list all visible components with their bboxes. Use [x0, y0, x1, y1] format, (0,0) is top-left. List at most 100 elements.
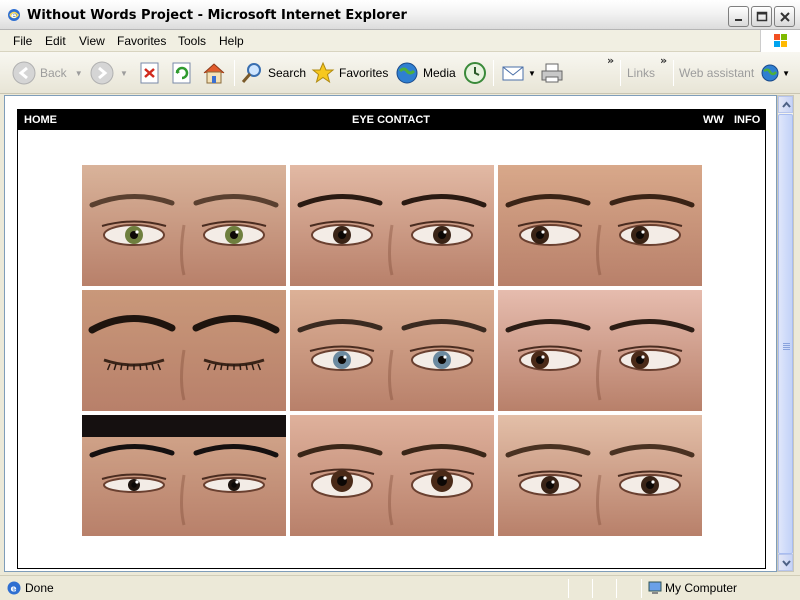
toolbar-separator: [620, 60, 621, 86]
nav-page-title: EYE CONTACT: [352, 114, 431, 126]
media-button[interactable]: Media: [395, 59, 456, 87]
search-button[interactable]: Search: [240, 59, 306, 87]
printer-icon: [541, 63, 563, 83]
page-done-icon: e: [7, 581, 21, 595]
eyes-photo-1[interactable]: [82, 165, 286, 286]
back-button[interactable]: Back ▼: [12, 59, 83, 87]
status-divider: [592, 579, 593, 598]
mail-button[interactable]: ▼: [501, 59, 536, 87]
maximize-button[interactable]: [751, 6, 772, 27]
eyes-photo-6[interactable]: [498, 290, 702, 411]
refresh-button[interactable]: [171, 59, 193, 87]
eyes-photo-7[interactable]: [82, 415, 286, 536]
mail-icon: [502, 66, 524, 81]
grip-line: [783, 349, 790, 350]
stop-button[interactable]: [139, 59, 161, 87]
eye: [201, 473, 267, 493]
minimize-button[interactable]: [728, 6, 749, 27]
ie-icon: e: [8, 9, 20, 21]
links-label: Links: [627, 66, 656, 80]
minimize-icon: [735, 19, 742, 21]
home-icon: [203, 63, 225, 84]
history-button[interactable]: [462, 59, 488, 87]
close-icon: [780, 12, 790, 22]
links-overflow-icon[interactable]: »: [660, 54, 667, 67]
vertical-scrollbar[interactable]: [777, 95, 794, 572]
refresh-icon: [172, 62, 191, 84]
media-label: Media: [423, 66, 456, 80]
eyes-photo-9[interactable]: [498, 415, 702, 536]
menu-view[interactable]: View: [79, 34, 105, 48]
history-icon: [464, 62, 486, 84]
scroll-thumb[interactable]: [778, 114, 793, 554]
windows-flag-icon: [774, 34, 787, 47]
toolbar: Back ▼ ▼ Search Favorites Media ▼ » Link…: [0, 52, 800, 94]
status-divider: [616, 579, 617, 598]
menu-favorites[interactable]: Favorites: [117, 34, 166, 48]
eyes-photo-8[interactable]: [290, 415, 494, 536]
status-divider: [641, 579, 642, 598]
computer-icon: [648, 581, 662, 594]
windows-logo: [760, 30, 800, 52]
site-nav: HOME EYE CONTACT WW INFO: [18, 110, 765, 130]
globe-icon: [761, 64, 779, 82]
scroll-down-arrow-icon: [782, 560, 791, 567]
page-viewport: HOME EYE CONTACT WW INFO: [4, 95, 777, 572]
grip-line: [783, 345, 790, 346]
web-assistant-label: Web assistant: [679, 66, 755, 80]
scroll-down-button[interactable]: [778, 554, 793, 571]
stop-icon: [140, 62, 159, 84]
print-button[interactable]: [540, 59, 564, 87]
status-text: Done: [25, 581, 54, 595]
grip-line: [783, 347, 790, 348]
eyes-photo-3[interactable]: [498, 165, 702, 286]
favorites-button[interactable]: Favorites: [311, 59, 388, 87]
forward-arrow-icon: [90, 61, 114, 85]
hair: [82, 415, 286, 437]
menu-edit[interactable]: Edit: [45, 34, 66, 48]
back-arrow-icon: [12, 61, 36, 85]
favorites-label: Favorites: [339, 66, 389, 80]
menu-file[interactable]: File: [13, 34, 32, 48]
grip-line: [783, 343, 790, 344]
nav-info-link[interactable]: INFO: [734, 114, 760, 126]
scroll-up-arrow-icon: [782, 101, 791, 108]
eye: [101, 473, 167, 493]
nav-ww-link[interactable]: WW: [703, 114, 724, 126]
site-frame: HOME EYE CONTACT WW INFO: [17, 109, 766, 569]
home-button[interactable]: [201, 59, 227, 87]
back-dropdown-icon[interactable]: ▼: [75, 69, 83, 78]
eyes-photo-2[interactable]: [290, 165, 494, 286]
forward-dropdown-icon[interactable]: ▼: [120, 69, 128, 78]
svg-text:e: e: [11, 11, 17, 20]
menu-bar: File Edit View Favorites Tools Help: [0, 30, 800, 52]
mail-dropdown-icon[interactable]: ▼: [528, 69, 536, 78]
forward-button[interactable]: ▼: [90, 59, 128, 87]
assistant-dropdown-icon[interactable]: ▼: [782, 69, 790, 78]
status-divider: [568, 579, 569, 598]
toolbar-separator: [673, 60, 674, 86]
toolbar-separator: [234, 60, 235, 86]
star-icon: [311, 61, 335, 84]
toolbar-overflow-icon[interactable]: »: [607, 54, 614, 67]
eyes-photo-5[interactable]: [290, 290, 494, 411]
menu-help[interactable]: Help: [219, 34, 244, 48]
maximize-icon: [756, 11, 768, 22]
media-icon: [396, 62, 418, 84]
title-bar: e Without Words Project - Microsoft Inte…: [0, 0, 800, 30]
links-button[interactable]: Links: [627, 59, 655, 87]
security-zone: My Computer: [665, 581, 738, 595]
search-icon: [241, 63, 261, 83]
svg-text:e: e: [11, 585, 17, 595]
menu-tools[interactable]: Tools: [178, 34, 206, 48]
close-button[interactable]: [774, 6, 795, 27]
toolbar-separator: [493, 60, 494, 86]
window-title: Without Words Project - Microsoft Intern…: [27, 8, 407, 23]
web-assistant-button[interactable]: Web assistant ▼: [679, 59, 790, 87]
back-label: Back: [40, 66, 67, 80]
scroll-up-button[interactable]: [778, 96, 793, 113]
nav-home-link[interactable]: HOME: [24, 114, 57, 126]
search-label: Search: [268, 66, 307, 80]
eyes-photo-4[interactable]: [82, 290, 286, 411]
status-bar: e Done My Computer: [0, 575, 800, 600]
